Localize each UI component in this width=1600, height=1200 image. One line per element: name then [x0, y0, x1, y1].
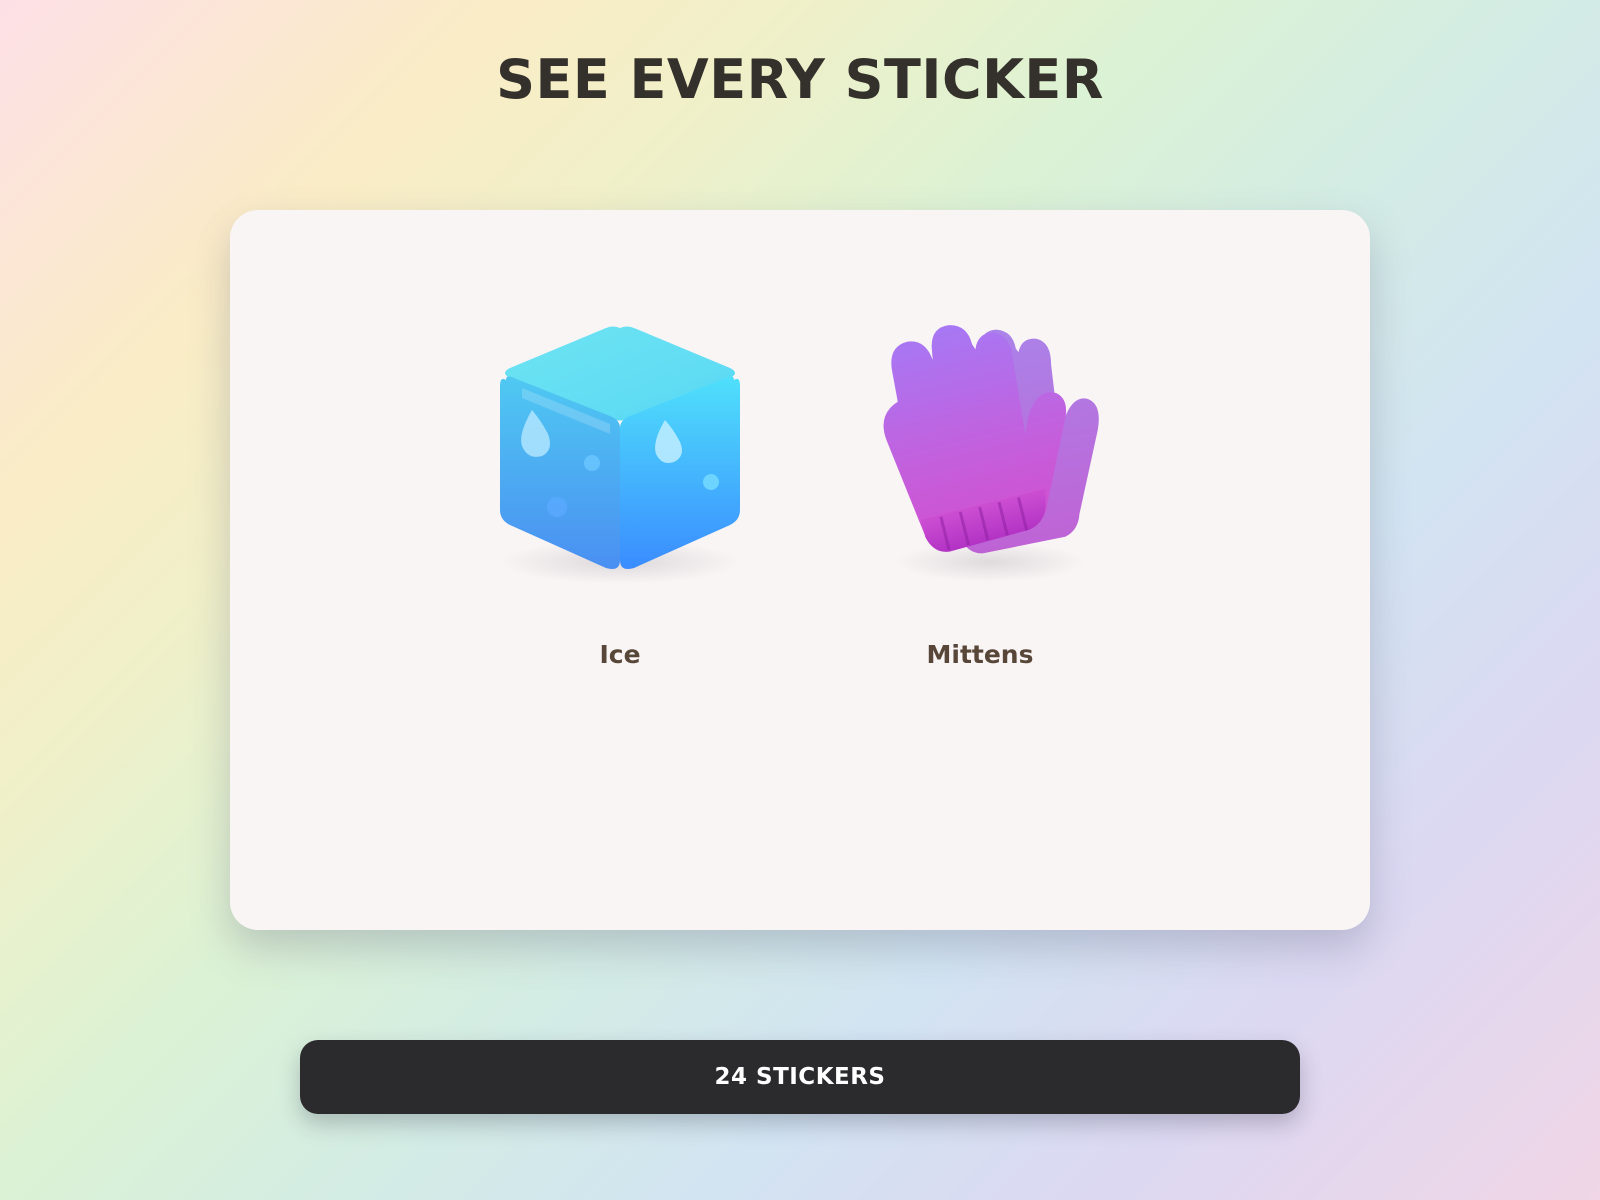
sticker-item-mittens[interactable]: Mittens	[820, 310, 1140, 669]
sticker-count-button[interactable]: 24 STICKERS	[300, 1040, 1300, 1114]
sticker-label: Mittens	[926, 640, 1034, 669]
ice-cube-icon	[500, 326, 740, 584]
page-title: SEE EVERY STICKER	[496, 48, 1104, 111]
sticker-label: Ice	[599, 640, 641, 669]
sticker-card: Ice Mittens	[230, 210, 1370, 930]
mittens-icon	[883, 325, 1099, 582]
sticker-item-ice[interactable]: Ice	[460, 310, 780, 669]
